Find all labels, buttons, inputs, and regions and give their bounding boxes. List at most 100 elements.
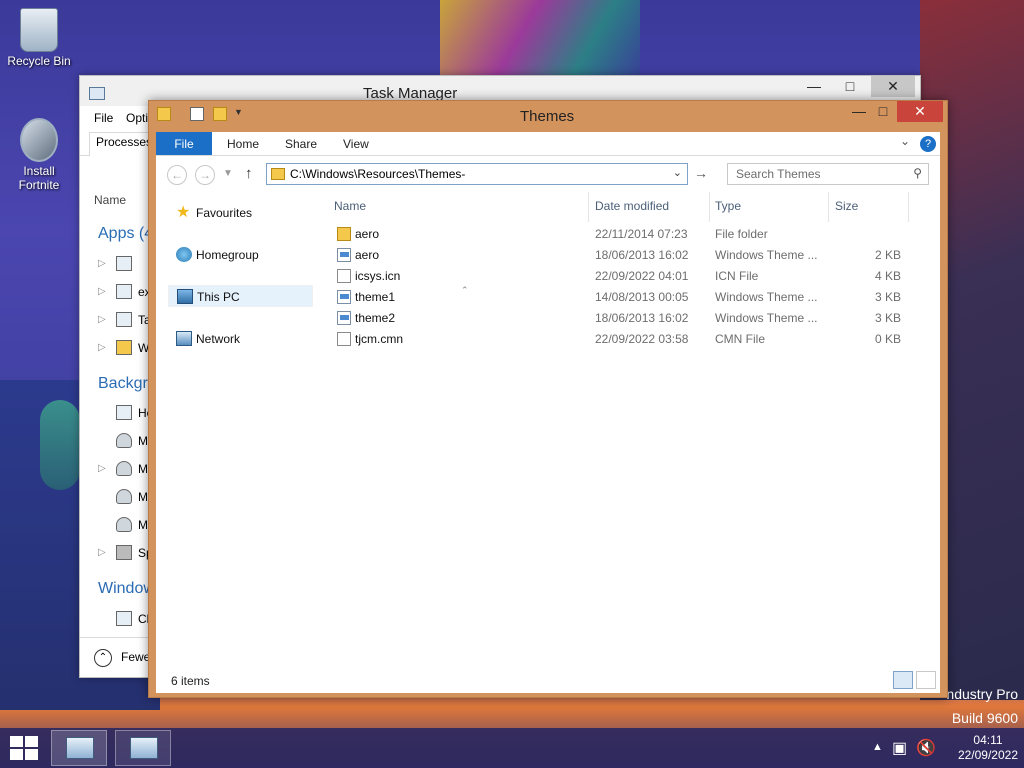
forward-button[interactable]: → (195, 165, 215, 185)
large-icons-view-icon[interactable] (916, 671, 936, 689)
user-icon (116, 433, 132, 448)
tab-share[interactable]: Share (285, 132, 317, 155)
column-header-type[interactable]: Type (715, 199, 741, 213)
column-name[interactable]: Name (94, 193, 126, 207)
go-button[interactable]: → (694, 165, 708, 181)
chevron-down-icon[interactable]: ⌄ (673, 166, 682, 179)
column-header-date[interactable]: Date modified (595, 199, 669, 213)
file-date: 14/08/2013 00:05 (595, 290, 689, 304)
nav-item-favourites[interactable]: ★ Favourites (168, 202, 313, 224)
file-size: 4 KB (874, 269, 901, 283)
volume-muted-icon[interactable]: 🔇 (916, 738, 936, 758)
search-input[interactable] (736, 166, 906, 182)
app-icon (116, 256, 132, 271)
start-button[interactable] (8, 736, 38, 760)
show-hidden-icons-icon[interactable]: ▲ (872, 741, 883, 753)
taskbar-explorer-button[interactable] (51, 730, 107, 766)
up-button[interactable]: ↑ (245, 165, 253, 182)
expand-ribbon-icon[interactable]: ⌄ (900, 134, 910, 148)
windows-edition-text: ndustry Pro (946, 686, 1018, 702)
process-label: M (138, 490, 148, 504)
chevron-down-icon[interactable]: ▼ (234, 107, 248, 121)
file-row[interactable]: icsys.icn 22/09/2022 04:01 ICN File 4 KB (334, 266, 912, 287)
expand-icon[interactable]: ▷ (98, 258, 106, 269)
recent-locations-icon[interactable]: ▼ (223, 168, 233, 179)
window-icon (116, 405, 132, 420)
file-type: Windows Theme ... (715, 290, 818, 304)
explorer-window[interactable]: ▼ Themes — □ ✕ File Home Share View ⌄ ? … (148, 100, 948, 698)
column-divider[interactable] (828, 192, 829, 222)
menu-file[interactable]: File (94, 111, 113, 125)
windows-logo-pane (10, 736, 23, 747)
file-type: ICN File (715, 269, 759, 283)
search-box[interactable]: ⚲ (727, 163, 929, 185)
expand-icon[interactable]: ▷ (98, 342, 106, 353)
tab-view[interactable]: View (343, 132, 369, 155)
file-icon (337, 332, 351, 346)
nav-item-homegroup[interactable]: Homegroup (168, 244, 313, 266)
recycle-bin-shortcut[interactable]: Recycle Bin (2, 8, 76, 68)
tab-home[interactable]: Home (227, 132, 259, 155)
process-label: M (138, 434, 148, 448)
column-header-name[interactable]: Name (334, 199, 366, 213)
file-name: aero (355, 227, 380, 241)
process-label: M (138, 462, 148, 476)
file-row[interactable]: aero 22/11/2014 07:23 File folder (334, 224, 912, 245)
system-tray: ▲ ▣ 🔇 04:11 22/09/2022 (864, 728, 1024, 768)
computer-icon (177, 289, 193, 304)
wallpaper-balloon (40, 400, 80, 490)
process-label: M (138, 518, 148, 532)
theme-file-icon (337, 290, 351, 304)
nav-item-network[interactable]: Network (168, 328, 313, 350)
expand-icon[interactable]: ▷ (98, 547, 106, 558)
close-button[interactable]: ✕ (897, 101, 943, 122)
star-icon: ★ (176, 204, 191, 221)
install-disc-icon (20, 118, 58, 162)
install-fortnite-shortcut[interactable]: Install Fortnite (2, 118, 76, 192)
column-header-size[interactable]: Size (835, 199, 858, 213)
back-button[interactable]: ← (167, 165, 187, 185)
file-row[interactable]: aero 18/06/2013 16:02 Windows Theme ... … (334, 245, 912, 266)
status-bar: 6 items (156, 667, 940, 693)
expand-icon[interactable]: ▷ (98, 314, 106, 325)
tab-file[interactable]: File (156, 132, 212, 155)
window-icon (116, 284, 132, 299)
new-folder-icon[interactable] (213, 107, 227, 121)
column-divider[interactable] (908, 192, 909, 222)
file-row[interactable]: theme2 18/06/2013 16:02 Windows Theme ..… (334, 308, 912, 329)
windows-logo-pane (25, 736, 38, 747)
column-divider[interactable] (709, 192, 710, 222)
nav-label: Homegroup (196, 248, 259, 262)
chevron-up-icon[interactable]: ⌃ (94, 649, 112, 667)
taskbar: ▲ ▣ 🔇 04:11 22/09/2022 (0, 728, 1024, 768)
clock[interactable]: 04:11 22/09/2022 (958, 733, 1018, 763)
column-divider[interactable] (588, 192, 589, 222)
search-icon[interactable]: ⚲ (913, 166, 922, 180)
file-name: icsys.icn (355, 269, 401, 283)
expand-icon[interactable]: ▷ (98, 286, 106, 297)
theme-file-icon (337, 248, 351, 262)
address-input[interactable] (290, 166, 660, 182)
network-icon[interactable]: ▣ (892, 738, 907, 758)
nav-item-this-pc[interactable]: This PC (168, 285, 313, 307)
file-name: theme1 (355, 290, 396, 304)
details-view-icon[interactable] (893, 671, 913, 689)
recycle-bin-icon (20, 8, 58, 52)
maximize-button[interactable]: □ (827, 76, 873, 97)
taskbar-task-manager-button[interactable] (115, 730, 171, 766)
help-icon[interactable]: ? (920, 136, 936, 152)
file-name: aero (355, 248, 380, 262)
file-icon (337, 269, 351, 283)
properties-icon[interactable] (190, 107, 204, 121)
expand-icon[interactable]: ▷ (98, 463, 106, 474)
fewer-details-link[interactable]: Fewe (121, 650, 150, 664)
menu-options[interactable]: Opti (126, 111, 148, 125)
file-row[interactable]: theme1 14/08/2013 00:05 Windows Theme ..… (334, 287, 912, 308)
window-icon (116, 611, 132, 626)
close-button[interactable]: ✕ (871, 76, 915, 97)
file-row[interactable]: tjcm.cmn 22/09/2022 03:58 CMN File 0 KB (334, 329, 912, 350)
address-bar[interactable]: ⌄ (266, 163, 688, 185)
explorer-titlebar[interactable]: ▼ Themes — □ ✕ (149, 101, 947, 132)
item-count: 6 items (171, 674, 210, 688)
file-type: CMN File (715, 332, 765, 346)
